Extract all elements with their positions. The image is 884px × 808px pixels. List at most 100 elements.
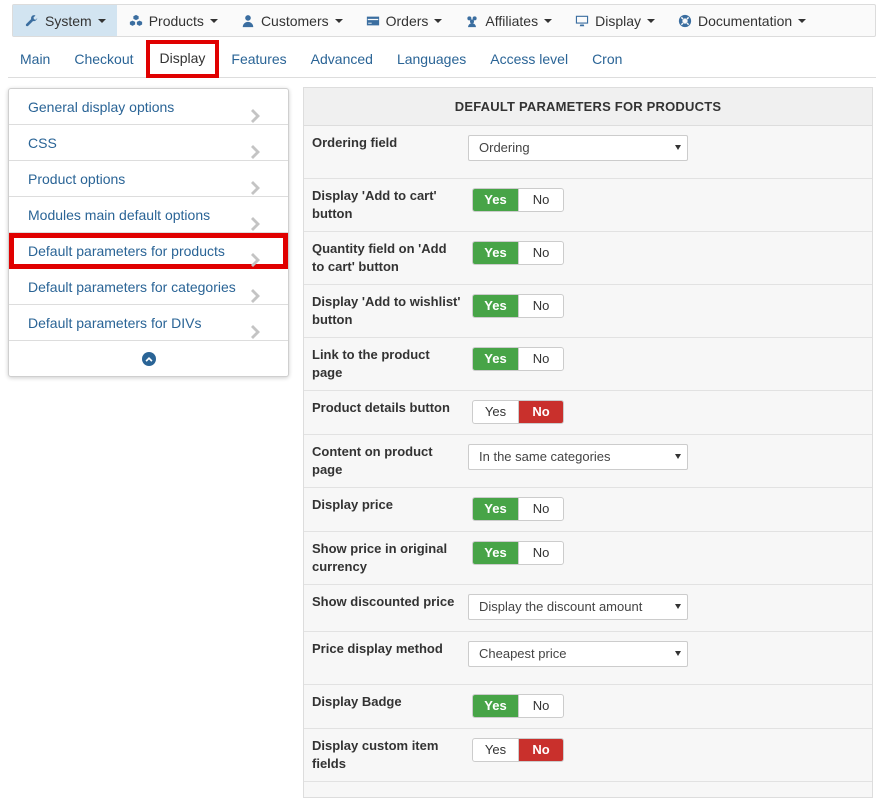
no-option[interactable]: No xyxy=(518,498,563,520)
nav-display[interactable]: Display xyxy=(563,5,666,36)
param-label: Display 'Add to wishlist' button xyxy=(312,294,461,327)
yes-option[interactable]: Yes xyxy=(473,401,518,423)
param-label: Content on product page xyxy=(312,444,433,477)
side-item-label: Default parameters for products xyxy=(28,243,225,259)
select-value: Display the discount amount xyxy=(479,599,643,614)
caret-down-icon xyxy=(647,18,655,23)
yes-option[interactable]: Yes xyxy=(473,739,518,761)
side-item-css[interactable]: CSS xyxy=(9,125,288,161)
no-option[interactable]: No xyxy=(518,542,563,564)
yes-option[interactable]: Yes xyxy=(473,542,518,564)
param-select[interactable]: Ordering xyxy=(468,135,688,161)
yes-option[interactable]: Yes xyxy=(473,242,518,264)
nav-products[interactable]: Products xyxy=(117,5,229,36)
param-label: Show price in original currency xyxy=(312,541,448,574)
tab-access-level[interactable]: Access level xyxy=(478,42,580,78)
yes-option[interactable]: Yes xyxy=(473,189,518,211)
tab-advanced[interactable]: Advanced xyxy=(299,42,385,78)
users-icon xyxy=(464,13,480,29)
tab-display[interactable]: Display xyxy=(145,40,220,78)
monitor-icon xyxy=(574,13,590,29)
param-row-display-price: Display price Yes No xyxy=(304,488,872,532)
nav-label: Orders xyxy=(385,12,429,29)
param-select[interactable]: Cheapest price xyxy=(468,641,688,667)
yes-no-toggle: Yes No xyxy=(472,294,564,318)
yes-no-toggle: Yes No xyxy=(472,694,564,718)
chevron-right-icon xyxy=(251,316,261,339)
side-item-default-parameters-for-divs[interactable]: Default parameters for DIVs xyxy=(9,305,288,341)
yes-no-toggle: Yes No xyxy=(472,241,564,265)
yes-option[interactable]: Yes xyxy=(473,695,518,717)
caret-down-icon xyxy=(675,604,681,609)
nav-documentation[interactable]: Documentation xyxy=(666,5,817,36)
param-row-display-custom-item-fields: Display custom item fields Yes No xyxy=(304,729,872,782)
collapse-menu-button[interactable] xyxy=(9,341,288,377)
user-icon xyxy=(240,13,256,29)
tab-checkout[interactable]: Checkout xyxy=(62,42,145,78)
chevron-right-icon xyxy=(251,172,261,195)
param-row-product-details-button: Product details button Yes No xyxy=(304,391,872,435)
select-value: In the same categories xyxy=(479,449,611,464)
top-navbar: System Products Customers Orders Affiliates D… xyxy=(12,4,876,37)
nav-affiliates[interactable]: Affiliates xyxy=(453,5,563,36)
side-item-product-options[interactable]: Product options xyxy=(9,161,288,197)
side-item-label: Modules main default options xyxy=(28,207,211,223)
nav-customers[interactable]: Customers xyxy=(229,5,354,36)
no-option[interactable]: No xyxy=(518,348,563,370)
side-item-label: Product options xyxy=(28,171,126,187)
chevron-right-icon xyxy=(251,136,261,159)
chevron-right-icon xyxy=(251,208,261,231)
param-row-display-badge: Display Badge Yes No xyxy=(304,685,872,729)
yes-no-toggle: Yes No xyxy=(472,738,564,762)
no-option[interactable]: No xyxy=(518,739,563,761)
param-label: Display 'Add to cart' button xyxy=(312,188,437,221)
side-item-default-parameters-for-products[interactable]: Default parameters for products xyxy=(9,233,288,269)
yes-no-toggle: Yes No xyxy=(472,347,564,371)
param-row-display-add-to-cart-button: Display 'Add to cart' button Yes No xyxy=(304,179,872,232)
param-row-display-add-to-wishlist-button: Display 'Add to wishlist' button Yes No xyxy=(304,285,872,338)
yes-no-toggle: Yes No xyxy=(472,541,564,565)
config-tabs: Main Checkout Display Features Advanced Langu… xyxy=(8,40,876,78)
tab-main[interactable]: Main xyxy=(8,42,62,78)
tab-languages[interactable]: Languages xyxy=(385,42,478,78)
select-value: Ordering xyxy=(479,140,530,155)
no-option[interactable]: No xyxy=(518,189,563,211)
caret-down-icon xyxy=(675,145,681,150)
chevron-right-icon xyxy=(251,280,261,303)
param-row-quantity-field-on-add-to-cart-button: Quantity field on 'Add to cart' button Ye… xyxy=(304,232,872,285)
param-row-ordering-field: Ordering field Ordering xyxy=(304,126,872,179)
param-label: Price display method xyxy=(312,641,443,656)
nav-orders[interactable]: Orders xyxy=(354,5,454,36)
yes-option[interactable]: Yes xyxy=(473,498,518,520)
no-option[interactable]: No xyxy=(518,401,563,423)
param-label: Display custom item fields xyxy=(312,738,439,771)
nav-system[interactable]: System xyxy=(13,5,117,36)
caret-down-icon xyxy=(798,18,807,23)
no-option[interactable]: No xyxy=(518,295,563,317)
yes-no-toggle: Yes No xyxy=(472,188,564,212)
yes-no-toggle: Yes No xyxy=(472,497,564,521)
side-item-general-display-options[interactable]: General display options xyxy=(9,89,288,125)
chevron-circle-up-icon xyxy=(141,352,156,366)
yes-option[interactable]: Yes xyxy=(473,295,518,317)
side-item-default-parameters-for-categories[interactable]: Default parameters for categories xyxy=(9,269,288,305)
panel-title: DEFAULT PARAMETERS FOR PRODUCTS xyxy=(304,88,872,126)
tab-cron[interactable]: Cron xyxy=(580,42,634,78)
param-row-link-to-the-product-page: Link to the product page Yes No xyxy=(304,338,872,391)
side-item-label: General display options xyxy=(28,99,175,115)
side-item-label: Default parameters for DIVs xyxy=(28,315,202,331)
param-select[interactable]: Display the discount amount xyxy=(468,594,688,620)
param-row-content-on-product-page: Content on product page In the same categ… xyxy=(304,435,872,488)
wrench-icon xyxy=(24,13,40,29)
no-option[interactable]: No xyxy=(518,242,563,264)
tab-features[interactable]: Features xyxy=(219,42,298,78)
nav-label: Affiliates xyxy=(485,12,539,29)
side-item-modules-main-default-options[interactable]: Modules main default options xyxy=(9,197,288,233)
parameter-rows: Ordering field Ordering Display 'Add to ca… xyxy=(304,126,872,782)
no-option[interactable]: No xyxy=(518,695,563,717)
yes-option[interactable]: Yes xyxy=(473,348,518,370)
default-parameters-panel: DEFAULT PARAMETERS FOR PRODUCTS Ordering… xyxy=(303,87,873,798)
param-label: Display Badge xyxy=(312,694,402,709)
param-select[interactable]: In the same categories xyxy=(468,444,688,470)
caret-down-icon xyxy=(675,651,681,656)
